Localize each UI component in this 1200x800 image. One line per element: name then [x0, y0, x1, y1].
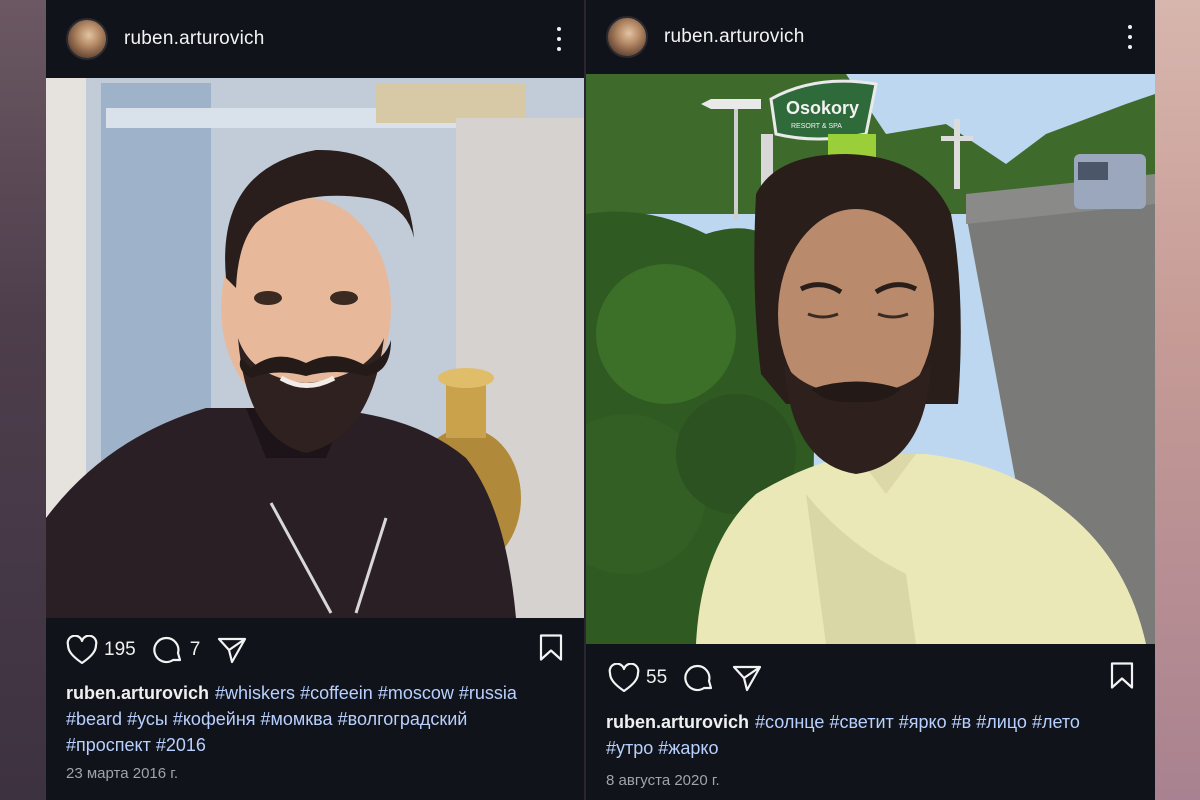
heart-icon — [66, 635, 98, 665]
like-button[interactable]: 195 — [66, 635, 136, 665]
user-avatar[interactable] — [606, 16, 648, 58]
comment-button[interactable]: 7 — [152, 634, 201, 666]
hashtag[interactable]: #волгоградский — [338, 709, 468, 729]
hashtag[interactable]: #russia — [459, 683, 517, 703]
bookmark-icon — [539, 634, 563, 661]
background-right-edge — [1154, 0, 1200, 800]
post-photo[interactable] — [46, 78, 584, 618]
hashtag[interactable]: #солнце — [755, 712, 824, 732]
post-photo[interactable]: Osokory RESORT & SPA — [586, 74, 1155, 644]
hashtag[interactable]: #лицо — [976, 712, 1027, 732]
hashtag[interactable]: #момква — [261, 709, 333, 729]
hashtag[interactable]: #светит — [829, 712, 893, 732]
likes-count: 195 — [104, 639, 136, 660]
hashtag[interactable]: #проспект — [66, 735, 151, 755]
post-username[interactable]: ruben.arturovich — [664, 26, 805, 48]
background-left-edge — [0, 0, 46, 800]
heart-icon — [608, 663, 640, 693]
more-icon[interactable] — [554, 27, 564, 51]
comment-icon — [153, 636, 181, 664]
hashtag[interactable]: #whiskers — [215, 683, 295, 703]
hashtag[interactable]: #утро — [606, 738, 653, 758]
hashtag[interactable]: #2016 — [156, 735, 206, 755]
hashtag[interactable]: #кофейня — [173, 709, 256, 729]
caption-username[interactable]: ruben.arturovich — [66, 683, 209, 703]
user-avatar[interactable] — [66, 18, 108, 60]
share-button[interactable] — [731, 663, 763, 693]
hashtag[interactable]: #лето — [1032, 712, 1080, 732]
instagram-post-2: ruben.arturovich Osokory RESORT & SPA 55… — [586, 0, 1155, 800]
post-username[interactable]: ruben.arturovich — [124, 28, 265, 50]
sign-text: Osokory — [786, 98, 859, 118]
more-icon[interactable] — [1125, 25, 1135, 49]
save-button[interactable] — [1109, 661, 1135, 696]
share-button[interactable] — [216, 635, 248, 665]
hashtag[interactable]: #усы — [127, 709, 168, 729]
hashtag[interactable]: #жарко — [658, 738, 718, 758]
post-actions: 195 7 — [46, 628, 584, 672]
instagram-post-1: ruben.arturovich 195 7 ruben.arturovich … — [46, 0, 584, 800]
like-button[interactable]: 55 — [608, 663, 667, 693]
likes-count: 55 — [646, 667, 668, 688]
hashtag[interactable]: #ярко — [899, 712, 947, 732]
post-date: 8 августа 2020 г. — [606, 772, 720, 789]
sign-subtext: RESORT & SPA — [791, 123, 842, 130]
comments-count: 7 — [189, 639, 201, 660]
post-header: ruben.arturovich — [586, 0, 1155, 74]
comment-button[interactable] — [683, 662, 715, 694]
hashtag[interactable]: #coffeein — [300, 683, 373, 703]
comment-icon — [684, 664, 713, 692]
hashtag[interactable]: #в — [952, 712, 972, 732]
post-caption: ruben.arturovich #whiskers #coffeein #mos… — [66, 680, 566, 758]
hashtag[interactable]: #moscow — [378, 683, 454, 703]
post-header: ruben.arturovich — [46, 0, 584, 78]
save-button[interactable] — [538, 633, 564, 668]
caption-username[interactable]: ruben.arturovich — [606, 712, 749, 732]
post-date: 23 марта 2016 г. — [66, 765, 179, 782]
post-actions: 55 — [586, 656, 1155, 700]
bookmark-icon — [1110, 662, 1134, 689]
share-icon — [218, 637, 247, 664]
post-caption: ruben.arturovich #солнце #светит #ярко #в… — [606, 709, 1137, 761]
hashtag[interactable]: #beard — [66, 709, 122, 729]
share-icon — [733, 665, 762, 692]
